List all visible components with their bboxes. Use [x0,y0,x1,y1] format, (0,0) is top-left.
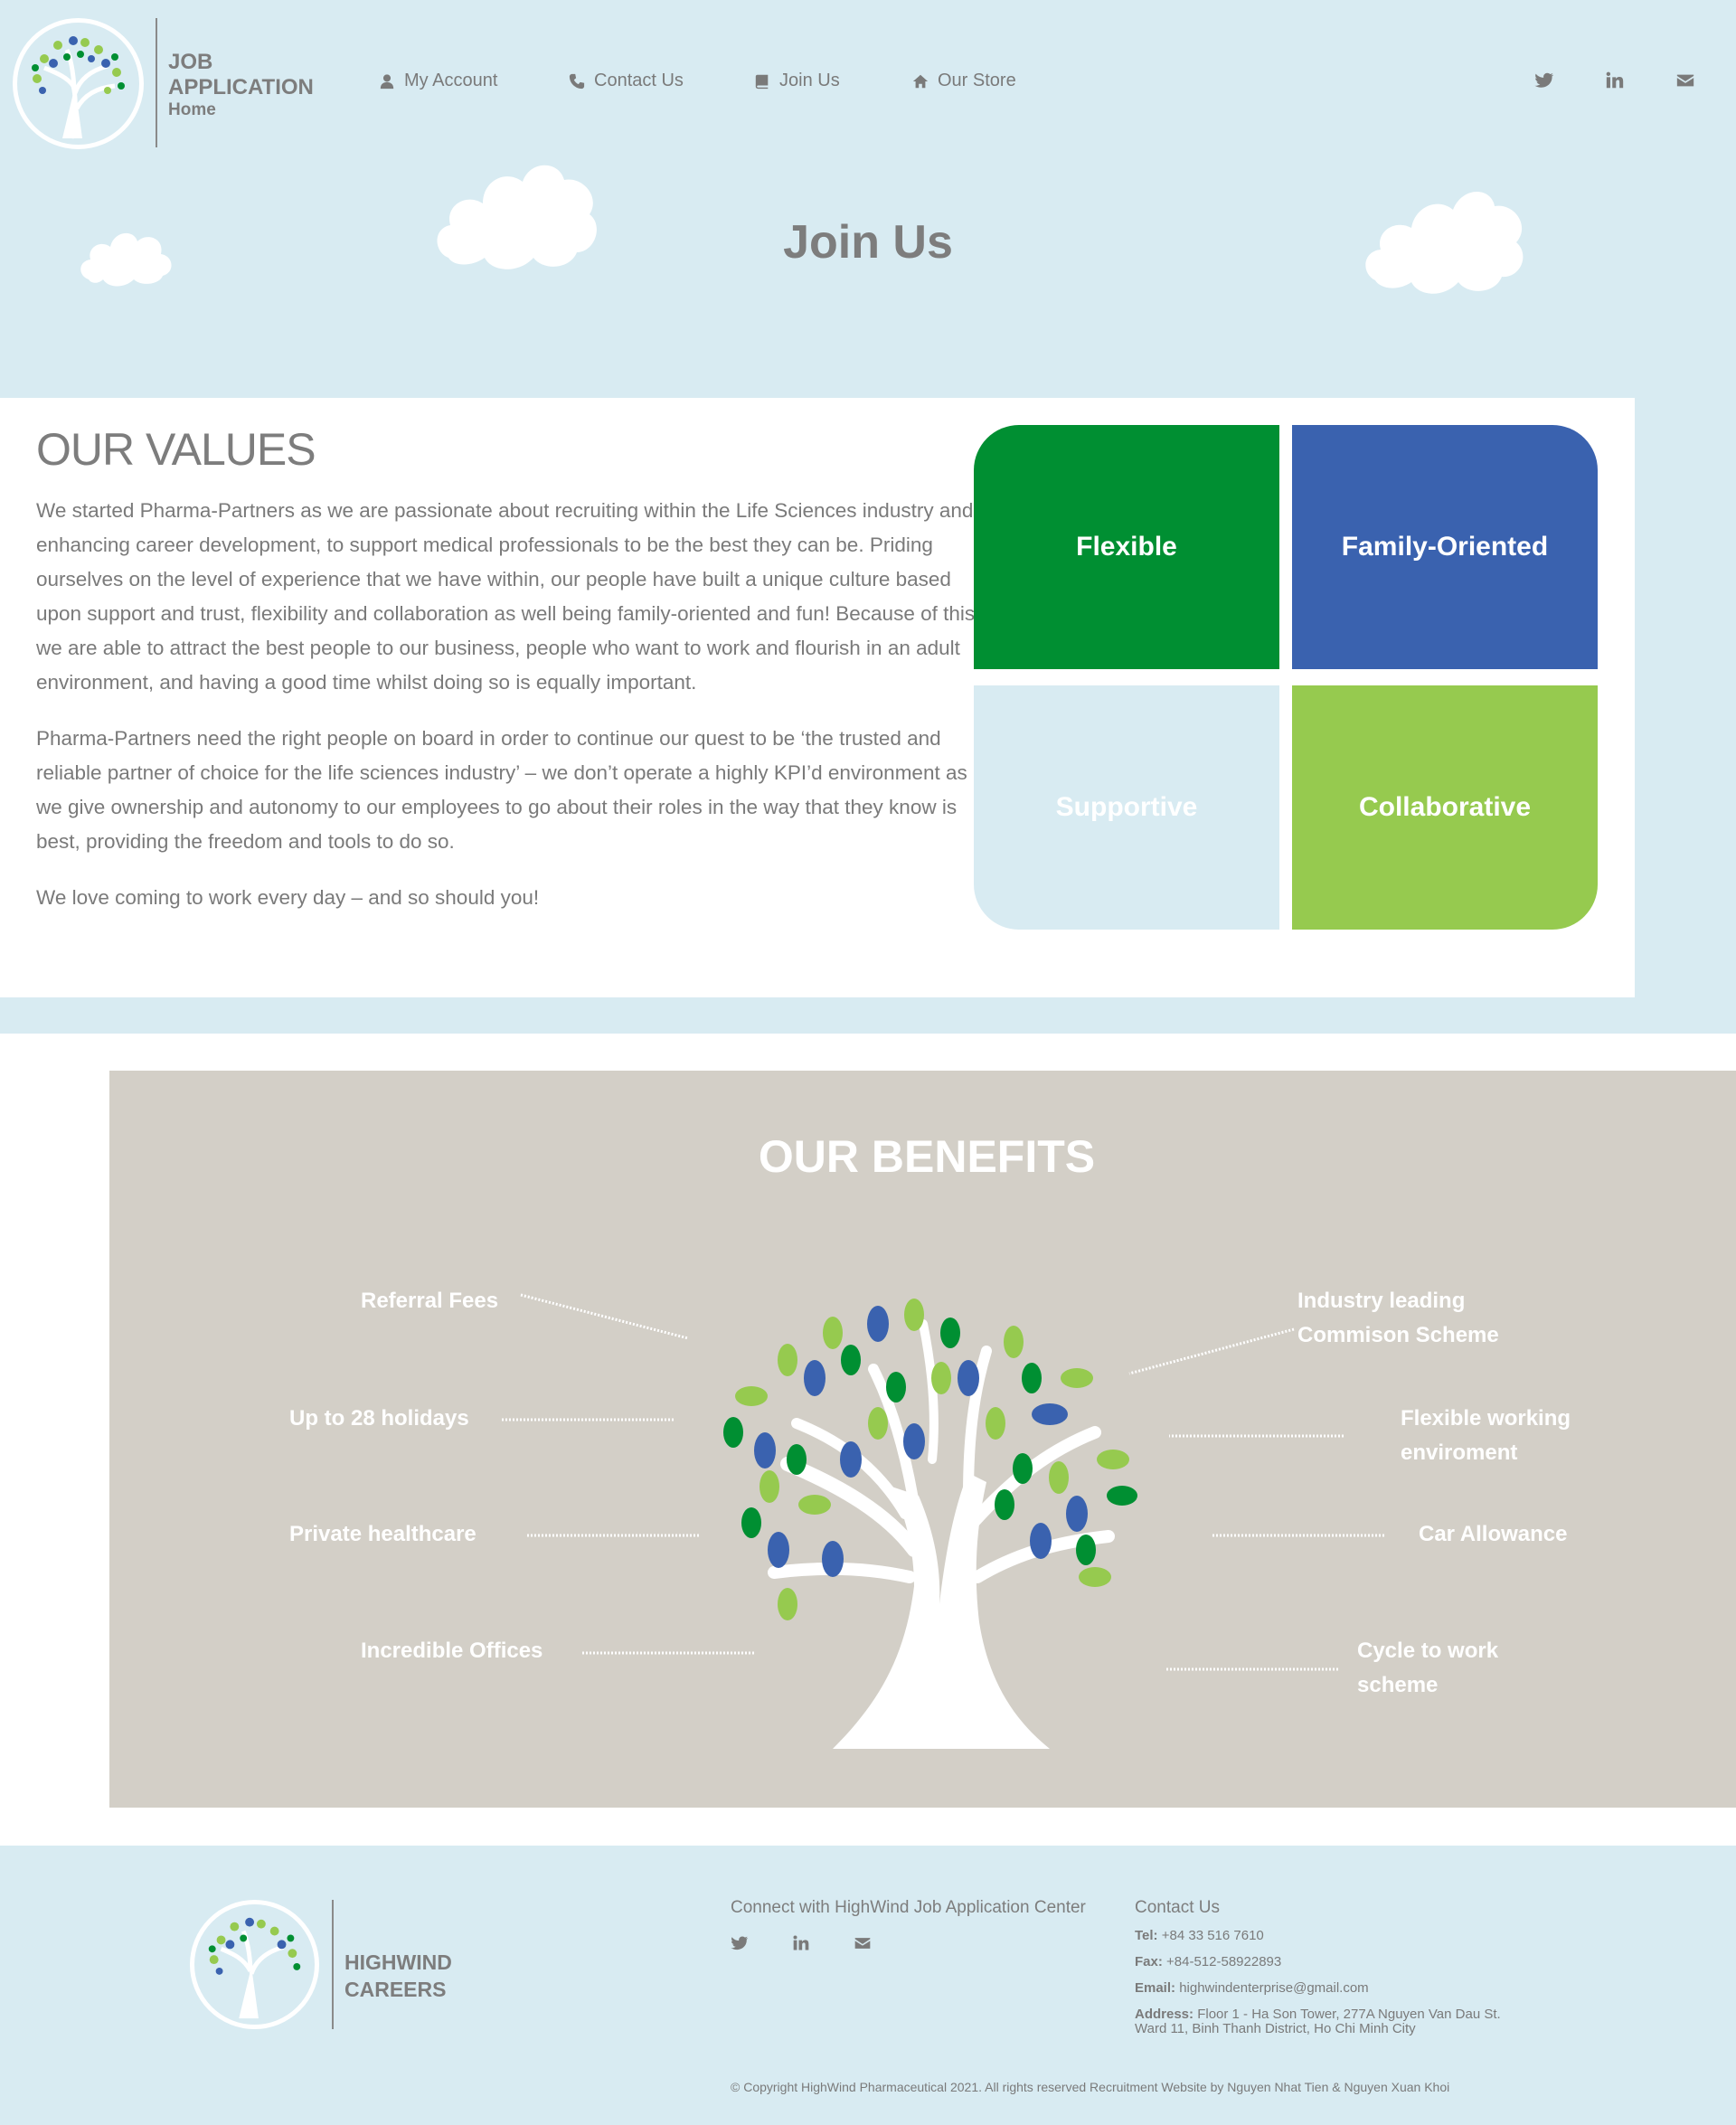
footer-logo-divider [332,1900,334,2029]
benefit-line: scheme [1357,1673,1439,1697]
footer-copyright: © Copyright HighWind Pharmaceutical 2021… [731,2080,1450,2094]
benefit-line: Commison Scheme [1297,1323,1499,1347]
footer-brand[interactable]: HIGHWIND CAREERS [344,1949,452,2003]
benefit-flexible-working: Flexible working enviroment [1401,1402,1571,1470]
linkedin-icon[interactable] [792,1934,812,1954]
values-grid: Flexible Family-Oriented Supportive Coll… [974,425,1599,930]
footer-address: Address: Floor 1 - Ha Son Tower, 277A Ng… [1135,2007,1501,2036]
benefit-line: Cycle to work [1357,1639,1499,1663]
envelope-icon[interactable] [1675,71,1697,92]
tel-label: Tel: [1135,1928,1158,1943]
values-heading: OUR VALUES [36,424,316,475]
benefits-section: OUR BENEFITS Referral Fees Up to 28 holi… [109,1071,1736,1808]
fax-value: +84-512-58922893 [1166,1954,1282,1969]
footer-email: Email: highwindenterprise@gmail.com [1135,1981,1501,1996]
footer-tel: Tel: +84 33 516 7610 [1135,1929,1501,1943]
nav-label: Join Us [779,71,840,90]
benefit-referral-fees: Referral Fees [361,1289,499,1313]
user-icon [380,73,394,89]
tel-value[interactable]: +84 33 516 7610 [1162,1928,1264,1943]
envelope-icon[interactable] [854,1934,873,1954]
logo-tree-icon[interactable] [13,18,144,149]
book-icon [755,74,769,89]
page-title: Join Us [783,216,953,269]
value-tile-flexible: Flexible [974,425,1279,669]
nav-label: Our Store [938,71,1016,90]
benefit-incredible-offices: Incredible Offices [361,1639,543,1663]
fax-label: Fax: [1135,1954,1163,1969]
nav-label: Contact Us [594,71,684,90]
email-label: Email: [1135,1980,1176,1996]
brand-line2: APPLICATION [168,75,314,99]
nav-join-us[interactable]: Join Us [754,71,840,91]
nav-contact-us[interactable]: Contact Us [569,71,684,91]
site-footer: HIGHWIND CAREERS Connect with HighWind J… [0,1846,1736,2125]
benefit-holidays: Up to 28 holidays [289,1406,469,1431]
address-label: Address: [1135,2007,1194,2022]
twitter-icon[interactable] [731,1934,750,1954]
site-header: JOB APPLICATION Home My Account Contact … [0,0,1736,163]
nav-label: My Account [404,71,498,90]
email-link[interactable]: highwindenterprise@gmail.com [1179,1980,1369,1996]
nav-our-store[interactable]: Our Store [912,71,1016,91]
brand-line1: JOB [168,50,213,74]
brand-title[interactable]: JOB APPLICATION Home [168,50,314,120]
footer-contact: Contact Us Tel: +84 33 516 7610 Fax: +84… [1135,1898,1501,2048]
value-tile-family-oriented: Family-Oriented [1292,425,1598,669]
benefit-commission-scheme: Industry leading Commison Scheme [1297,1284,1499,1353]
address-line1: Floor 1 - Ha Son Tower, 277A Nguyen Van … [1197,2007,1501,2022]
benefit-line: enviroment [1401,1440,1518,1465]
twitter-icon[interactable] [1534,71,1556,92]
logo-divider [156,18,157,147]
benefit-cycle-to-work: Cycle to work scheme [1357,1634,1498,1703]
benefit-private-healthcare: Private healthcare [289,1522,476,1546]
footer-brand-line2: CAREERS [344,1978,447,2001]
values-paragraph: We started Pharma-Partners as we are pas… [36,499,976,694]
footer-contact-heading: Contact Us [1135,1898,1220,1917]
linkedin-icon[interactable] [1605,71,1627,92]
home-icon [912,74,929,88]
address-line2: Ward 11, Binh Thanh District, Ho Chi Min… [1135,2021,1416,2036]
benefit-line: Industry leading [1297,1289,1466,1313]
values-paragraph: We love coming to work every day – and s… [36,886,540,909]
values-paragraph: Pharma-Partners need the right people on… [36,727,967,853]
value-tile-supportive: Supportive [974,685,1279,930]
values-section: OUR VALUES We started Pharma-Partners as… [0,398,1635,997]
footer-logo-tree-icon[interactable] [190,1900,319,2029]
benefit-line: Flexible working [1401,1406,1571,1431]
phone-icon [569,73,585,89]
footer-brand-line1: HIGHWIND [344,1950,452,1974]
values-text: We started Pharma-Partners as we are pas… [36,494,976,937]
brand-home-link[interactable]: Home [168,100,314,120]
nav-my-account[interactable]: My Account [379,71,497,91]
footer-connect-heading: Connect with HighWind Job Application Ce… [731,1898,1086,1917]
value-tile-collaborative: Collaborative [1292,685,1598,930]
benefit-car-allowance: Car Allowance [1419,1522,1568,1546]
footer-fax: Fax: +84-512-58922893 [1135,1955,1501,1969]
